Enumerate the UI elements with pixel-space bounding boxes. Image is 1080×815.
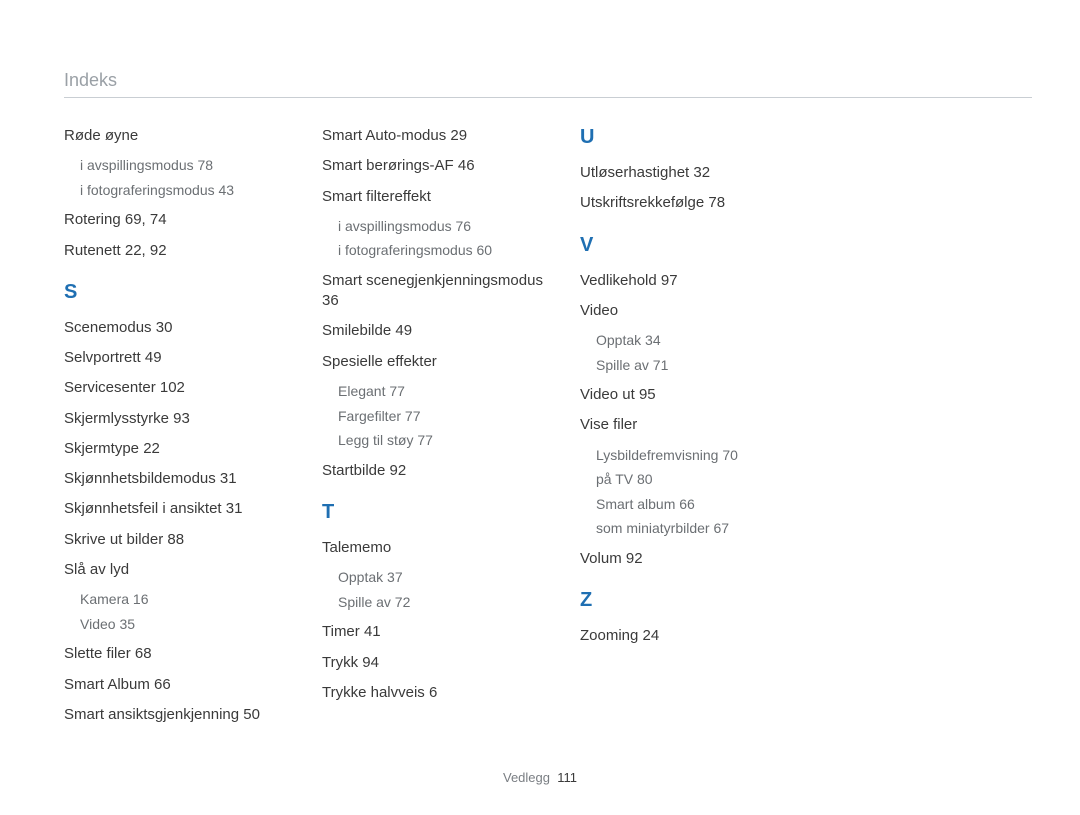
index-letter-v: V xyxy=(580,234,820,257)
index-letter-t: T xyxy=(322,501,562,524)
subentry: Spille av 71 xyxy=(596,356,820,376)
entry-video: Video xyxy=(580,301,820,321)
entry-smart-ansiktsgjenkjenning: Smart ansiktsgjenkjenning 50 xyxy=(64,705,304,725)
entry-utloserhastighet: Utløserhastighet 32 xyxy=(580,163,820,183)
index-letter-u: U xyxy=(580,126,820,149)
entry-skjermtype: Skjermtype 22 xyxy=(64,439,304,459)
index-col-3: U Utløserhastighet 32 Utskriftsrekkefølg… xyxy=(580,126,820,735)
entry-spesielle-effekter: Spesielle effekter xyxy=(322,352,562,372)
entry-skjermlysstyrke: Skjermlysstyrke 93 xyxy=(64,409,304,429)
page-title: Indeks xyxy=(64,70,1032,98)
entry-vise-filer: Vise filer xyxy=(580,415,820,435)
subentry: Elegant 77 xyxy=(338,382,562,402)
subentry: Video 35 xyxy=(80,615,304,635)
subentry: Lysbildefremvisning 70 xyxy=(596,446,820,466)
subentry: i avspillingsmodus 76 xyxy=(338,217,562,237)
entry-rode-oyne: Røde øyne xyxy=(64,126,304,146)
entry-rutenett: Rutenett 22, 92 xyxy=(64,241,304,261)
footer-page-number: 111 xyxy=(557,770,577,785)
subentry: Legg til støy 77 xyxy=(338,431,562,451)
subentry: Opptak 37 xyxy=(338,568,562,588)
entry-startbilde: Startbilde 92 xyxy=(322,461,562,481)
entry-zooming: Zooming 24 xyxy=(580,626,820,646)
subentry: i fotograferingsmodus 60 xyxy=(338,241,562,261)
entry-smart-scene: Smart scenegjenkjenningsmodus 36 xyxy=(322,271,562,312)
subentry: Spille av 72 xyxy=(338,593,562,613)
entry-volum: Volum 92 xyxy=(580,549,820,569)
subentry: Smart album 66 xyxy=(596,495,820,515)
index-columns: Røde øyne i avspillingsmodus 78 i fotogr… xyxy=(64,126,1032,735)
page-footer: Vedlegg 111 xyxy=(0,770,1080,785)
entry-utskriftsrekkefolge: Utskriftsrekkefølge 78 xyxy=(580,193,820,213)
entry-scenemodus: Scenemodus 30 xyxy=(64,318,304,338)
subentry: i fotograferingsmodus 43 xyxy=(80,181,304,201)
subentry: som miniatyrbilder 67 xyxy=(596,519,820,539)
entry-sla-av-lyd: Slå av lyd xyxy=(64,560,304,580)
index-page: Indeks Røde øyne i avspillingsmodus 78 i… xyxy=(0,0,1080,815)
entry-smart-album: Smart Album 66 xyxy=(64,675,304,695)
entry-video-ut: Video ut 95 xyxy=(580,385,820,405)
entry-skjonnhetsbildemodus: Skjønnhetsbildemodus 31 xyxy=(64,469,304,489)
index-letter-s: S xyxy=(64,281,304,304)
subentry: Fargefilter 77 xyxy=(338,407,562,427)
entry-rotering: Rotering 69, 74 xyxy=(64,210,304,230)
subentry: i avspillingsmodus 78 xyxy=(80,156,304,176)
entry-smilebilde: Smilebilde 49 xyxy=(322,321,562,341)
entry-trykke-halvveis: Trykke halvveis 6 xyxy=(322,683,562,703)
entry-trykk: Trykk 94 xyxy=(322,653,562,673)
subentry: på TV 80 xyxy=(596,470,820,490)
entry-skrive-ut-bilder: Skrive ut bilder 88 xyxy=(64,530,304,550)
index-col-2: Smart Auto-modus 29 Smart berørings-AF 4… xyxy=(322,126,562,735)
subentry: Opptak 34 xyxy=(596,331,820,351)
entry-skjonnhetsfeil: Skjønnhetsfeil i ansiktet 31 xyxy=(64,499,304,519)
entry-vedlikehold: Vedlikehold 97 xyxy=(580,271,820,291)
subentry: Kamera 16 xyxy=(80,590,304,610)
entry-smart-filtereffekt: Smart filtereffekt xyxy=(322,187,562,207)
entry-smart-auto: Smart Auto-modus 29 xyxy=(322,126,562,146)
footer-label: Vedlegg xyxy=(503,770,550,785)
entry-selvportrett: Selvportrett 49 xyxy=(64,348,304,368)
entry-slette-filer: Slette filer 68 xyxy=(64,644,304,664)
entry-timer: Timer 41 xyxy=(322,622,562,642)
index-letter-z: Z xyxy=(580,589,820,612)
index-col-1: Røde øyne i avspillingsmodus 78 i fotogr… xyxy=(64,126,304,735)
entry-servicesenter: Servicesenter 102 xyxy=(64,378,304,398)
entry-smart-berorings: Smart berørings-AF 46 xyxy=(322,156,562,176)
entry-talememo: Talememo xyxy=(322,538,562,558)
